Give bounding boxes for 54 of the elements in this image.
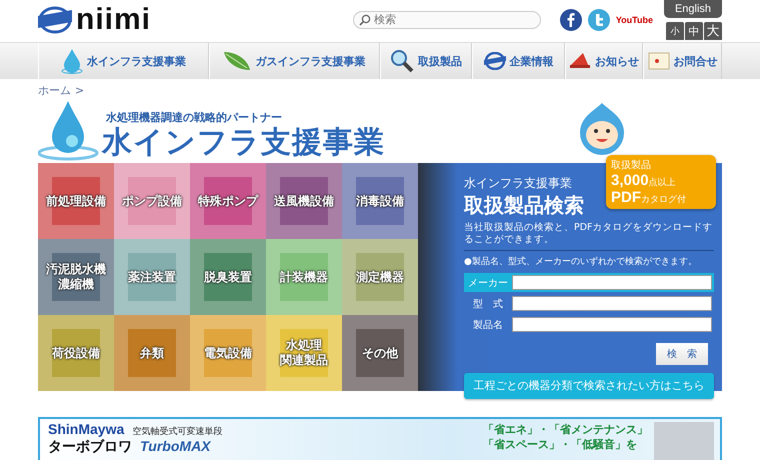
feature-text: 「省エネ」・「省メンテナンス」 — [483, 422, 648, 437]
hero-title: 水インフラ支援事業 — [102, 125, 385, 161]
logo-text[interactable]: niimi — [76, 3, 152, 37]
search-field[interactable]: 検索 — [352, 11, 541, 29]
font-size-button[interactable]: 小 — [666, 22, 684, 40]
magnifier-icon — [390, 49, 414, 73]
breadcrumb-link[interactable]: ホーム — [38, 82, 71, 98]
card-icon — [648, 52, 670, 70]
nav-item[interactable]: お問合せ — [643, 43, 722, 79]
input-field[interactable] — [512, 296, 712, 311]
breadcrumb-separator: > — [75, 84, 84, 96]
nav-item[interactable]: お知らせ — [564, 43, 644, 79]
category-tile[interactable]: 汚泥脱水機 濃縮機 — [38, 239, 114, 315]
globe-icon — [484, 52, 506, 70]
language-button[interactable]: English — [664, 0, 722, 18]
field-label: 型 式 — [472, 298, 504, 310]
nav-item[interactable]: 水インフラ支援事業 — [38, 43, 209, 79]
product-count-badge: 取扱製品 3,000点以上 PDFカタログ付 — [606, 155, 716, 209]
category-tile[interactable]: その他 — [342, 315, 418, 391]
search-button[interactable]: 検 索 — [656, 343, 708, 365]
facebook-icon[interactable] — [558, 8, 583, 32]
feature-text: 「省スペース」・「低騒音」を — [483, 437, 638, 452]
font-size-button[interactable]: 大 — [704, 22, 722, 40]
field-label: メーカー — [467, 276, 509, 290]
ad-banner[interactable]: ShinMaywa 空気軸受式可変速単段 ターボブロワ TurboMAX 「省エネ」・「省メンテナンス」 「省スペース」・「低騒音」を — [38, 417, 722, 460]
category-tile[interactable]: 弁類 — [114, 315, 190, 391]
category-tile[interactable]: 消毒設備 — [342, 163, 418, 239]
product-photo-placeholder — [654, 422, 714, 460]
input-field[interactable] — [512, 317, 712, 332]
youtube-logo[interactable]: YouTube — [614, 13, 654, 27]
font-size-button[interactable]: 中 — [685, 22, 703, 40]
megaphone-icon — [569, 51, 592, 71]
leaf-icon — [223, 50, 252, 72]
panel-kicker: 水インフラ支援事業 — [464, 175, 572, 192]
nav-item[interactable]: 取扱製品 — [380, 43, 472, 79]
search-icon — [358, 14, 371, 26]
category-tile[interactable]: 特殊ポンプ — [190, 163, 266, 239]
brand-name: ShinMaywa — [48, 421, 124, 437]
category-tile[interactable]: 送風機設備 — [266, 163, 342, 239]
field-label: 製品名 — [472, 318, 504, 332]
water-drop-icon — [60, 48, 83, 74]
product-name: TurboMAX — [140, 438, 211, 454]
logo-mark-icon — [38, 6, 72, 34]
banner-subtitle: 空気軸受式可変速単段 — [132, 426, 222, 438]
product-title: ターボブロワ — [48, 438, 132, 456]
hero-subtitle: 水処理機器調達の戦略的パートナー — [106, 110, 283, 125]
panel-description: 当社取扱製品の検索と、PDFカタログをダウンロードすることができます。 — [464, 222, 714, 246]
nav-item[interactable]: ガスインフラ支援事業 — [208, 43, 380, 79]
search-note: ●製品名、型式、メーカーのいずれかで検索ができます。 — [464, 256, 698, 268]
category-tile[interactable]: 前処理設備 — [38, 163, 114, 239]
input-field[interactable] — [512, 275, 712, 290]
nav-item[interactable]: 企業情報 — [472, 43, 565, 79]
panel-title: 取扱製品検索 — [464, 192, 584, 218]
category-tile[interactable]: 脱臭装置 — [190, 239, 266, 315]
